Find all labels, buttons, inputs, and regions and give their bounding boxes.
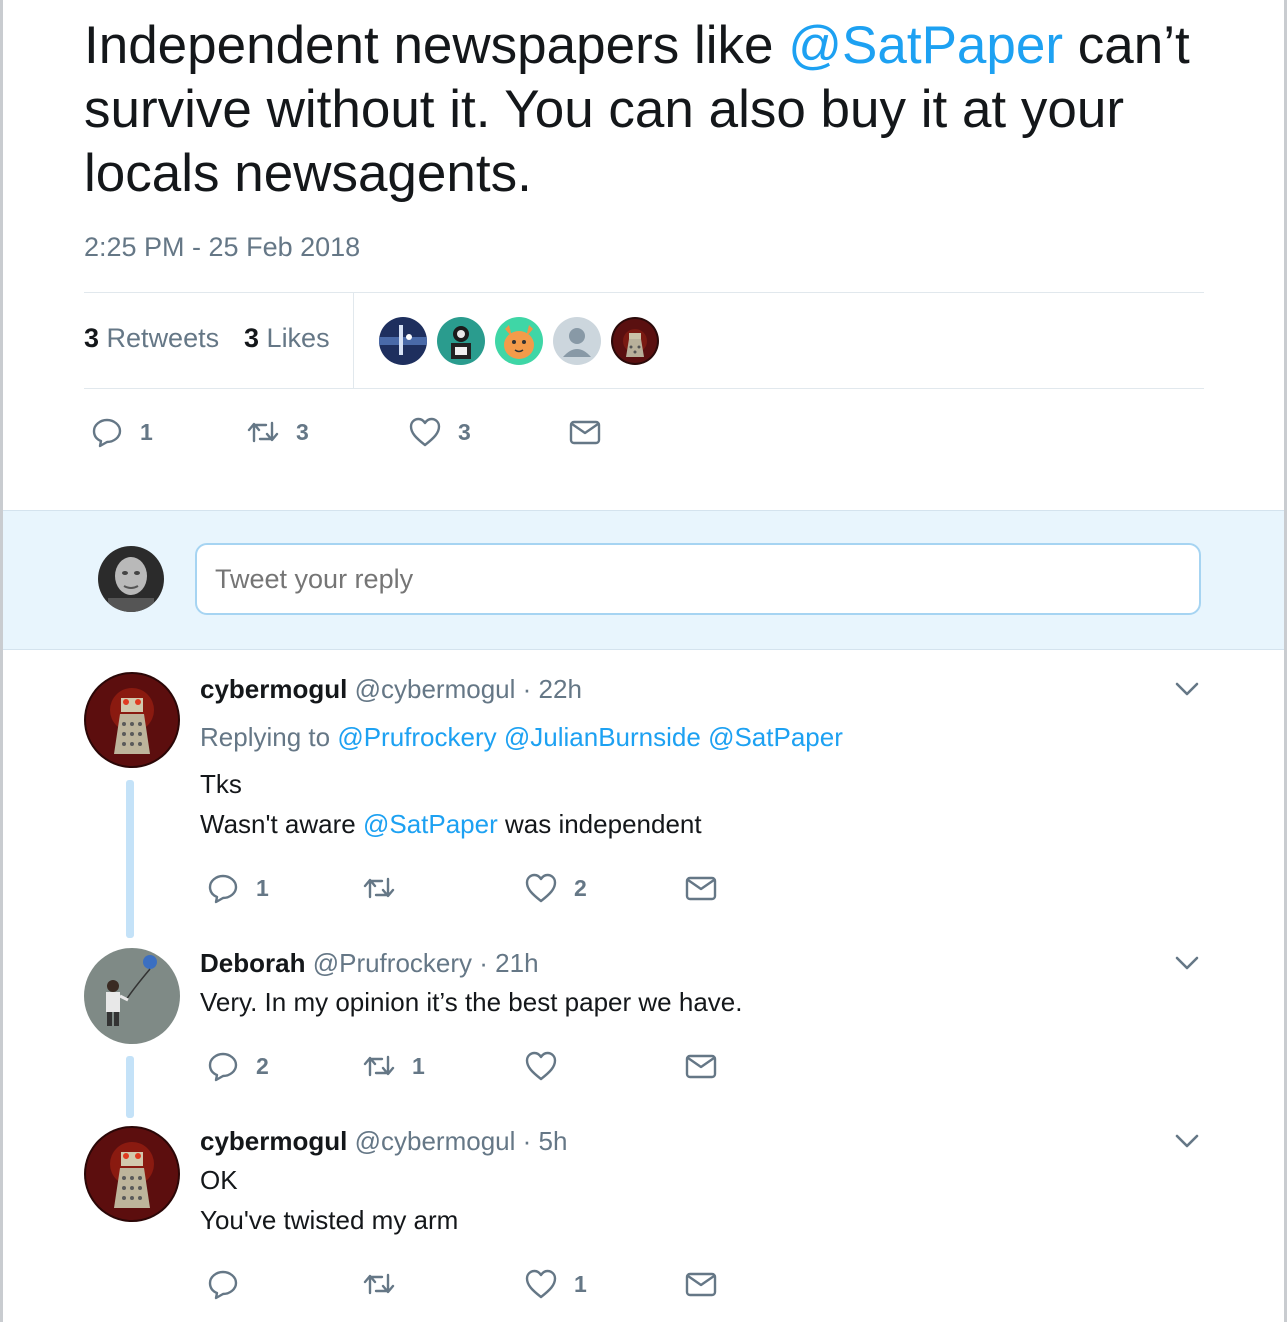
like-button[interactable]: 3 [408, 414, 471, 450]
message-button[interactable] [684, 1048, 718, 1084]
message-button[interactable] [684, 870, 718, 906]
tweet-timestamp[interactable]: 2:25 PM - 25 Feb 2018 [84, 232, 360, 263]
like-button[interactable]: 2 [524, 870, 587, 906]
avatar[interactable] [84, 948, 180, 1044]
message-button[interactable] [684, 1266, 718, 1302]
like-count: 2 [574, 874, 587, 901]
reply-header: cybermogul @cybermogul · 22h [200, 674, 582, 705]
user-handle[interactable]: @cybermogul [355, 674, 516, 704]
reply-tweet: cybermogul @cybermogul · 5h OK You've tw… [0, 1118, 1287, 1322]
mention-link[interactable]: @JulianBurnside [504, 722, 701, 752]
reply-tweet: cybermogul @cybermogul · 22h Replying to… [0, 650, 1287, 940]
retweet-button[interactable] [362, 1266, 412, 1302]
reply-text-line: Wasn't aware @SatPaper was independent [200, 804, 702, 844]
reply-header: Deborah @Prufrockery · 21h [200, 948, 539, 979]
reply-button[interactable]: 2 [206, 1048, 269, 1084]
reply-button[interactable]: 1 [90, 414, 153, 450]
user-handle[interactable]: @Prufrockery [313, 948, 472, 978]
reply-text-line: You've twisted my arm [200, 1205, 459, 1235]
liker-avatar[interactable] [611, 317, 659, 365]
reply-count: 1 [256, 874, 269, 901]
envelope-icon [685, 1272, 717, 1297]
reply-count: 2 [256, 1052, 269, 1079]
display-name[interactable]: Deborah [200, 948, 305, 978]
stats-divider [353, 293, 354, 388]
avatar[interactable] [84, 1126, 180, 1222]
envelope-icon [569, 420, 601, 445]
chevron-down-icon[interactable] [1172, 674, 1202, 704]
reply-text-line: OK [200, 1165, 238, 1195]
chevron-down-icon[interactable] [1172, 948, 1202, 978]
envelope-icon [685, 876, 717, 901]
mention-link[interactable]: @SatPaper [363, 809, 498, 839]
reply-text-line: Very. In my opinion it’s the best paper … [200, 987, 743, 1017]
retweet-count: 1 [412, 1052, 425, 1079]
liker-avatar[interactable] [495, 317, 543, 365]
mention-link[interactable]: @SatPaper [788, 16, 1063, 75]
reply-header: cybermogul @cybermogul · 5h [200, 1126, 567, 1157]
message-button[interactable] [568, 414, 602, 450]
reply-text-part: was independent [497, 809, 702, 839]
retweet-icon [247, 421, 279, 443]
user-avatar[interactable] [98, 546, 164, 612]
like-count: 1 [574, 1270, 587, 1297]
like-button[interactable] [524, 1048, 574, 1084]
reply-text-part: Wasn't aware [200, 809, 363, 839]
display-name[interactable]: cybermogul [200, 1126, 347, 1156]
tweet-text: Independent newspapers like @SatPaper ca… [84, 14, 1214, 206]
reply-tweet: Deborah @Prufrockery · 21h Very. In my o… [0, 940, 1287, 1120]
tweet-stats: 3 Retweets 3 Likes [84, 292, 1204, 389]
thread-connector [126, 780, 134, 938]
reply-time[interactable]: · 5h [523, 1126, 568, 1156]
retweets-count: 3 [84, 323, 100, 353]
reply-button[interactable] [206, 1266, 256, 1302]
heart-icon [525, 873, 557, 903]
reply-count: 1 [140, 418, 153, 445]
reply-composer [3, 510, 1284, 650]
reply-input[interactable] [195, 543, 1201, 615]
heart-icon [525, 1051, 557, 1081]
likes-label: Likes [266, 323, 330, 353]
tweet-text-part: Independent newspapers like [84, 16, 789, 75]
retweets-label: Retweets [106, 323, 220, 353]
heart-icon [525, 1269, 557, 1299]
retweet-button[interactable]: 1 [362, 1048, 425, 1084]
main-tweet: Independent newspapers like @SatPaper ca… [0, 0, 1287, 510]
retweet-icon [363, 1055, 395, 1077]
mention-link[interactable]: @SatPaper [708, 722, 843, 752]
retweet-icon [363, 1273, 395, 1295]
likes-stat[interactable]: 3 Likes [244, 323, 330, 354]
likes-count: 3 [244, 323, 260, 353]
avatar[interactable] [84, 672, 180, 768]
retweet-count: 3 [296, 418, 309, 445]
user-handle[interactable]: @cybermogul [355, 1126, 516, 1156]
reply-icon [208, 1270, 238, 1300]
reply-button[interactable]: 1 [206, 870, 269, 906]
reply-text-line: Tks [200, 769, 242, 799]
liker-avatar[interactable] [553, 317, 601, 365]
retweet-button[interactable]: 3 [246, 414, 309, 450]
liker-avatar[interactable] [437, 317, 485, 365]
heart-icon [409, 417, 441, 447]
envelope-icon [685, 1054, 717, 1079]
retweet-icon [363, 877, 395, 899]
reply-icon [208, 874, 238, 904]
retweets-stat[interactable]: 3 Retweets [84, 323, 219, 354]
mention-link[interactable]: @Prufrockery [337, 722, 496, 752]
thread-connector [126, 1056, 134, 1118]
reply-time[interactable]: · 21h [479, 948, 538, 978]
liker-avatar[interactable] [379, 317, 427, 365]
like-count: 3 [458, 418, 471, 445]
replying-to: Replying to @Prufrockery @JulianBurnside… [200, 722, 843, 753]
reply-time[interactable]: · 22h [523, 674, 582, 704]
like-button[interactable]: 1 [524, 1266, 587, 1302]
replying-label: Replying to [200, 722, 331, 752]
reply-icon [208, 1052, 238, 1082]
chevron-down-icon[interactable] [1172, 1126, 1202, 1156]
retweet-button[interactable] [362, 870, 412, 906]
reply-icon [92, 418, 122, 448]
display-name[interactable]: cybermogul [200, 674, 347, 704]
